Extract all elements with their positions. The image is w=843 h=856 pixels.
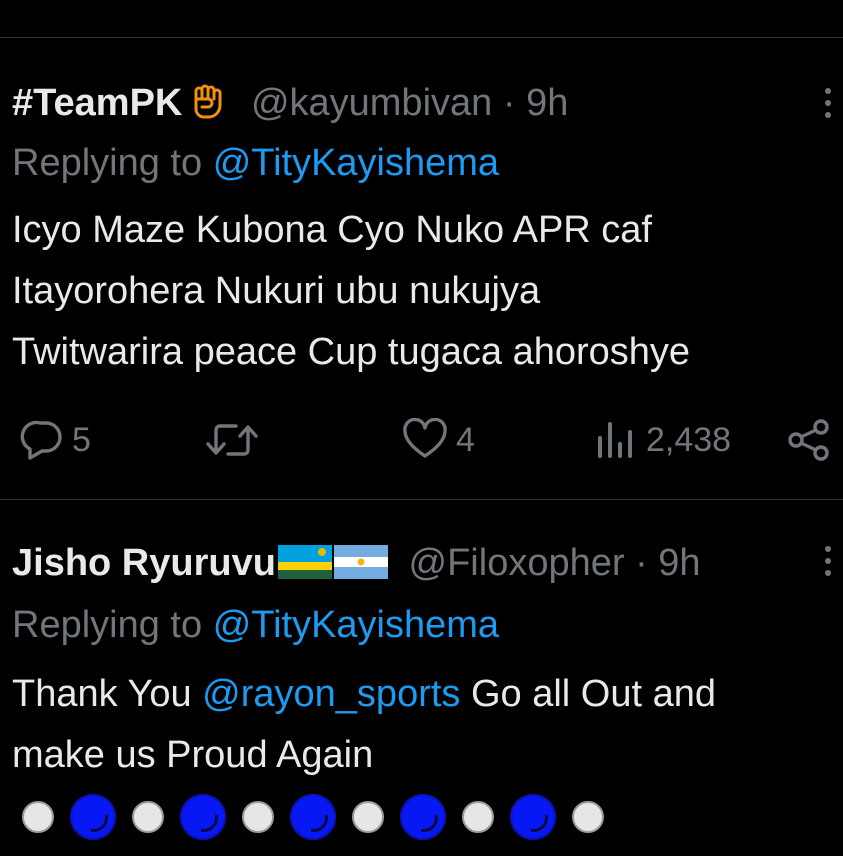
replying-to-label: Replying to	[12, 604, 203, 646]
blue-circle-icon	[400, 794, 446, 840]
like-count: 4	[456, 420, 475, 459]
white-circle-icon	[462, 801, 494, 833]
white-circle-icon	[22, 801, 54, 833]
display-name[interactable]: #TeamPK	[12, 82, 182, 124]
tweet-actions: 5 4 2,438	[0, 416, 843, 466]
tweet-text-line: Icyo Maze Kubona Cyo Nuko APR caf	[12, 209, 652, 251]
display-name[interactable]: Jisho Ryuruvu	[12, 542, 276, 584]
share-icon	[787, 418, 831, 462]
like-button[interactable]: 4	[402, 418, 475, 462]
user-handle[interactable]: @kayumbivan	[251, 82, 492, 124]
replying-to-label: Replying to	[12, 142, 203, 184]
white-circle-icon	[572, 801, 604, 833]
separator: ·	[635, 542, 648, 584]
views-button[interactable]: 2,438	[596, 418, 731, 462]
blue-circle-icon	[510, 794, 556, 840]
white-circle-icon	[132, 801, 164, 833]
tweet-header: Jisho Ryuruvu @Filoxopher · 9h	[12, 540, 701, 592]
reply-button[interactable]: 5	[20, 418, 91, 462]
reply-icon	[20, 418, 64, 462]
replying-to: Replying to @TityKayishema	[12, 140, 499, 186]
replying-to: Replying to @TityKayishema	[12, 602, 499, 648]
argentina-flag-icon	[333, 543, 388, 592]
separator: ·	[502, 82, 516, 124]
blue-circle-icon	[180, 794, 226, 840]
views-icon	[596, 418, 638, 462]
heart-icon	[402, 418, 448, 462]
tweet-text-line: make us Proud Again	[12, 734, 374, 776]
tweet-text-line: Itayorohera Nukuri ubu nukujya	[12, 270, 541, 312]
view-count: 2,438	[646, 420, 732, 459]
raised-fist-icon	[186, 81, 226, 132]
reply-to-mention[interactable]: @TityKayishema	[213, 604, 499, 646]
text-segment: Go all Out and	[460, 673, 717, 715]
retweet-button[interactable]	[204, 418, 270, 462]
tweet-text-line: Twitwarira peace Cup tugaca ahoroshye	[12, 331, 691, 373]
blue-circle-icon	[290, 794, 336, 840]
user-handle[interactable]: @Filoxopher	[409, 542, 625, 584]
tweet-text-line: Thank You @rayon_sports Go all Out and	[12, 664, 837, 725]
tweet-text: Thank You @rayon_sports Go all Out and m…	[12, 664, 837, 786]
blue-circle-icon	[70, 794, 116, 840]
text-segment: Thank You	[12, 673, 203, 715]
retweet-icon	[204, 418, 262, 462]
share-button[interactable]	[787, 418, 831, 462]
rwanda-flag-icon	[277, 543, 332, 592]
emoji-circle-row	[22, 794, 620, 840]
reply-to-mention[interactable]: @TityKayishema	[213, 142, 499, 184]
white-circle-icon	[242, 801, 274, 833]
tweet-text: Icyo Maze Kubona Cyo Nuko APR caf Itayor…	[12, 200, 837, 383]
inline-mention[interactable]: @rayon_sports	[202, 673, 460, 715]
timestamp[interactable]: 9h	[658, 542, 700, 584]
tweet-header: #TeamPK @kayumbivan · 9h	[12, 80, 568, 132]
more-options-icon[interactable]	[825, 88, 833, 124]
reply-count: 5	[72, 420, 91, 459]
white-circle-icon	[352, 801, 384, 833]
timestamp[interactable]: 9h	[526, 82, 568, 124]
tweet[interactable]: #TeamPK @kayumbivan · 9h Replying to @Ti…	[0, 38, 843, 498]
more-options-icon[interactable]	[825, 546, 833, 582]
